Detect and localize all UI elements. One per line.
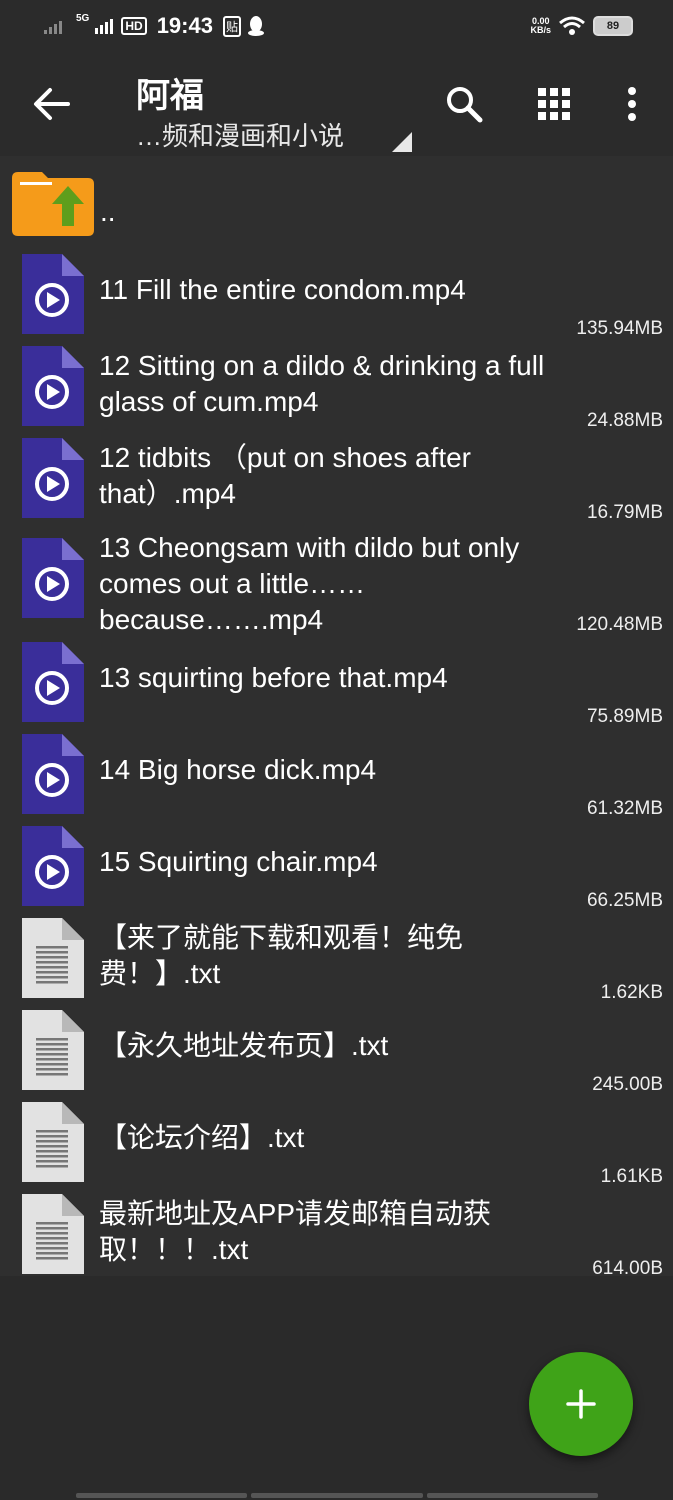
file-name: 【论坛介绍】.txt [99, 1122, 305, 1153]
file-size: 75.89MB [586, 706, 663, 727]
search-icon[interactable] [444, 84, 484, 124]
video-file-icon [22, 826, 84, 906]
file-name: 13 squirting before that.mp4 [99, 662, 448, 693]
file-size: 16.79MB [586, 502, 663, 523]
path-dropdown-icon[interactable] [392, 132, 412, 152]
file-row[interactable]: 【论坛介绍】.txt 1.61KB [0, 1098, 673, 1187]
qq-penguin-icon [247, 16, 264, 36]
file-row[interactable]: 12 tidbits （put on shoes after that）.mp4… [0, 434, 673, 523]
file-size: 1.62KB [600, 982, 663, 1003]
file-name: 【来了就能下载和观看！纯免费！】.txt [99, 922, 464, 989]
hd-badge: HD [121, 17, 147, 35]
clock: 19:43 [156, 13, 213, 38]
file-row[interactable]: 13 Cheongsam with dildo but only comes o… [0, 526, 673, 635]
file-name: 12 Sitting on a dildo & drinking a full … [99, 350, 545, 417]
file-row[interactable]: 11 Fill the entire condom.mp4 135.94MB [0, 250, 673, 339]
video-file-icon [22, 734, 84, 814]
file-size: 245.00B [592, 1074, 663, 1095]
video-file-icon [22, 538, 84, 618]
video-file-icon [22, 438, 84, 518]
network-type: 5G [76, 12, 90, 24]
add-fab-button[interactable] [529, 1352, 633, 1456]
file-row[interactable]: 13 squirting before that.mp4 75.89MB [0, 638, 673, 727]
video-file-icon [22, 254, 84, 334]
path-breadcrumb[interactable]: …频和漫画和小说 [136, 116, 344, 153]
file-size: 66.25MB [586, 890, 663, 911]
file-size: 120.48MB [576, 614, 663, 635]
file-name: 15 Squirting chair.mp4 [99, 846, 378, 877]
net-speed: 0.00 KB/s [530, 16, 551, 35]
back-arrow-icon[interactable] [32, 84, 72, 124]
file-row[interactable]: 15 Squirting chair.mp4 66.25MB [0, 822, 673, 911]
file-list: .. 11 Fill the entire condom.mp4 135.94MB… [0, 156, 673, 1279]
app-toolbar: 阿福 …频和漫画和小说 [0, 52, 673, 156]
video-file-icon [22, 642, 84, 722]
file-name: 最新地址及APP请发邮箱自动获取！！！.txt [99, 1198, 492, 1265]
signal-strength-icon [95, 19, 114, 34]
note-badge: 贴 [222, 15, 241, 37]
file-name: 13 Cheongsam with dildo but only comes o… [99, 532, 520, 635]
status-bar: 5G HD 19:43 贴 0.00 KB/s 89 [0, 0, 673, 52]
text-file-icon [22, 1010, 84, 1090]
parent-folder-label: .. [100, 196, 116, 227]
file-size: 61.32MB [586, 798, 663, 819]
page-title: 阿福 [136, 77, 204, 115]
file-name: 12 tidbits （put on shoes after that）.mp4 [99, 442, 471, 509]
battery-icon: 89 [593, 16, 633, 36]
file-size: 1.61KB [600, 1166, 663, 1187]
text-file-icon [22, 1194, 84, 1274]
file-size: 135.94MB [576, 318, 663, 339]
plus-icon [566, 1389, 596, 1419]
more-vert-icon[interactable] [612, 84, 652, 124]
file-size: 614.00B [592, 1258, 663, 1279]
grid-view-icon[interactable] [534, 84, 574, 124]
text-file-icon [22, 1102, 84, 1182]
file-row[interactable]: 最新地址及APP请发邮箱自动获取！！！.txt 614.00B [0, 1190, 673, 1279]
wifi-icon [559, 16, 585, 35]
signal-icon [44, 21, 62, 34]
file-row[interactable]: 14 Big horse dick.mp4 61.32MB [0, 730, 673, 819]
video-file-icon [22, 346, 84, 426]
file-row[interactable]: 【永久地址发布页】.txt 245.00B [0, 1006, 673, 1095]
file-row[interactable]: 12 Sitting on a dildo & drinking a full … [0, 342, 673, 431]
text-file-icon [22, 918, 84, 998]
file-name: 14 Big horse dick.mp4 [99, 754, 377, 785]
file-name: 【永久地址发布页】.txt [99, 1030, 389, 1061]
parent-folder-row[interactable]: .. [0, 156, 673, 244]
gesture-nav-bar [76, 1493, 598, 1498]
file-size: 24.88MB [586, 410, 663, 431]
folder-up-icon [12, 172, 94, 236]
file-row[interactable]: 【来了就能下载和观看！纯免费！】.txt 1.62KB [0, 914, 673, 1003]
file-name: 11 Fill the entire condom.mp4 [99, 274, 466, 305]
